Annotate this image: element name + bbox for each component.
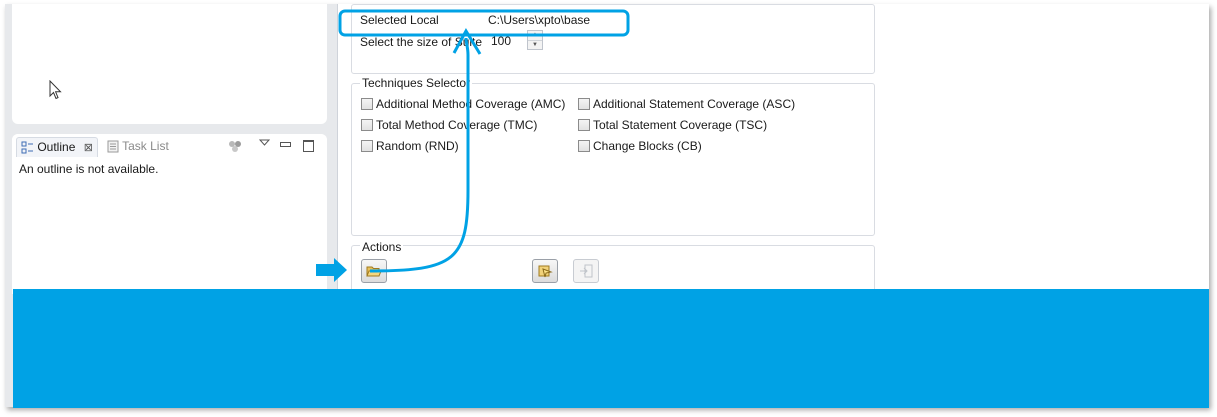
tmc-label: Total Method Coverage (TMC) — [376, 118, 538, 132]
selected-local-label: Selected Local — [360, 13, 439, 27]
right-view — [892, 4, 1209, 294]
stepper-down-icon[interactable]: ▼ — [528, 41, 542, 50]
export-icon — [580, 264, 593, 278]
amc-checkbox[interactable] — [361, 98, 373, 110]
tab-outline-label: Outline — [37, 140, 76, 154]
tab-task-list-label: Task List — [122, 139, 169, 153]
asc-label: Additional Statement Coverage (ASC) — [593, 97, 796, 111]
editor-area: Selected Local C:\Users\xpto\base Select… — [337, 4, 895, 307]
tab-task-list[interactable]: Task List — [107, 137, 169, 156]
outline-message: An outline is not available. — [19, 162, 159, 176]
tab-outline[interactable]: Outline ⊠ — [16, 137, 98, 157]
asc-checkbox[interactable] — [578, 98, 590, 110]
stepper-up-icon[interactable]: ▲ — [528, 31, 542, 41]
outline-view: Outline ⊠ Task List An outline is not av… — [12, 134, 327, 294]
task-list-icon — [107, 140, 119, 153]
mouse-cursor-icon — [49, 80, 62, 100]
view-menu-icon[interactable] — [259, 139, 270, 147]
amc-label: Additional Method Coverage (AMC) — [376, 97, 566, 111]
left-top-view — [12, 4, 327, 124]
cover-band — [13, 289, 1209, 408]
actions-title: Actions — [360, 240, 404, 254]
selected-local-value[interactable]: C:\Users\xpto\base — [488, 13, 590, 27]
techniques-selector-group: Techniques Selector Additional Method Co… — [351, 76, 875, 236]
techniques-selector-title: Techniques Selector — [360, 76, 473, 90]
export-button[interactable] — [573, 259, 599, 283]
open-folder-button[interactable] — [361, 259, 387, 283]
settings-group: Selected Local C:\Users\xpto\base Select… — [351, 4, 875, 74]
focus-icon[interactable] — [228, 140, 242, 152]
tmc-checkbox[interactable] — [361, 119, 373, 131]
rnd-checkbox[interactable] — [361, 140, 373, 152]
run-button[interactable] — [532, 259, 558, 283]
outline-tabbar: Outline ⊠ Task List — [12, 134, 327, 158]
cb-checkbox[interactable] — [578, 140, 590, 152]
cb-label: Change Blocks (CB) — [593, 139, 702, 153]
tsc-checkbox[interactable] — [578, 119, 590, 131]
suite-size-input[interactable]: 100 — [491, 34, 511, 48]
outline-icon — [21, 141, 33, 154]
tsc-label: Total Statement Coverage (TSC) — [593, 118, 768, 132]
rnd-label: Random (RND) — [376, 139, 459, 153]
open-folder-icon — [366, 266, 382, 277]
suite-size-stepper[interactable]: ▲ ▼ — [527, 30, 543, 50]
run-icon — [538, 265, 553, 278]
close-icon[interactable]: ⊠ — [84, 142, 93, 154]
maximize-icon[interactable] — [303, 140, 314, 152]
minimize-icon[interactable] — [280, 142, 291, 147]
suite-size-label: Select the size of Suite — [360, 35, 483, 49]
